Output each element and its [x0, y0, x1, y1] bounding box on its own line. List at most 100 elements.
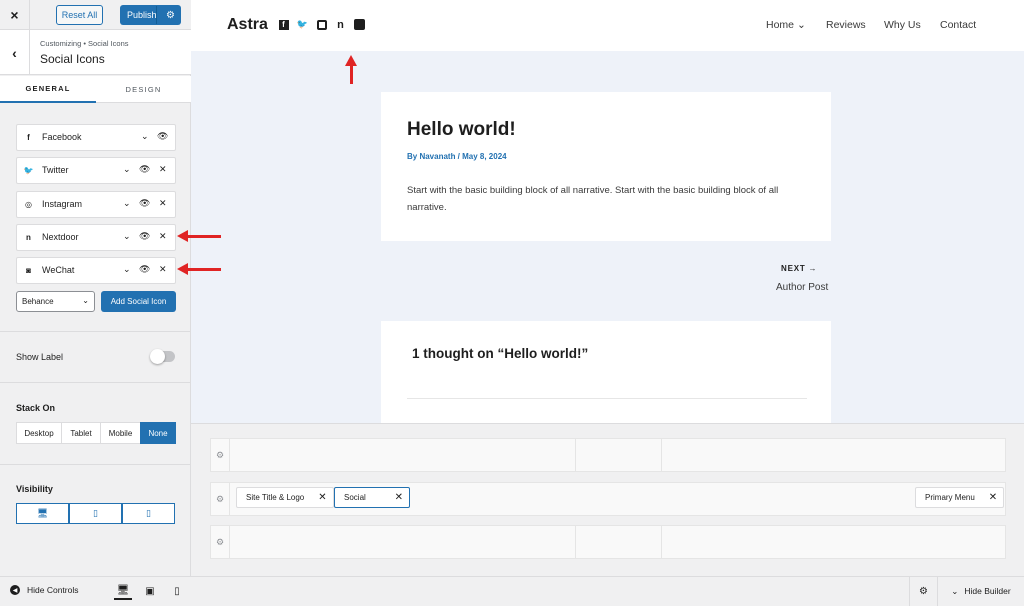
desktop-icon: 🖥: [36, 508, 49, 518]
chevron-down-icon: ⌄: [951, 585, 959, 596]
chevron-down-icon[interactable]: ⌄: [123, 231, 131, 242]
arrow-shaft: [188, 267, 221, 271]
nav-home[interactable]: Home ⌄: [766, 19, 806, 31]
close-icon[interactable]: ✕: [159, 164, 167, 175]
stack-desktop-button[interactable]: Desktop: [16, 422, 62, 444]
eye-icon[interactable]: 👁: [139, 198, 150, 209]
instagram-icon[interactable]: [316, 19, 327, 30]
eye-icon[interactable]: 👁: [157, 131, 168, 142]
close-icon[interactable]: ×: [0, 0, 30, 30]
desktop-preview-icon[interactable]: 🖥: [114, 582, 132, 600]
builder-row-below[interactable]: ⚙: [210, 525, 1006, 559]
add-social-icon-button[interactable]: Add Social Icon: [101, 291, 176, 312]
nav-reviews[interactable]: Reviews: [826, 19, 866, 31]
chevron-down-icon: ⌄: [796, 19, 806, 31]
mobile-icon: ▯: [146, 508, 151, 518]
social-item-facebook[interactable]: f Facebook ⌄ 👁: [16, 124, 176, 151]
mobile-preview-icon[interactable]: ▯: [168, 582, 186, 600]
nav-why-us[interactable]: Why Us: [884, 19, 921, 31]
chevron-down-icon[interactable]: ⌄: [141, 131, 149, 142]
tab-design[interactable]: DESIGN: [96, 76, 191, 103]
arrow-shaft: [188, 234, 221, 238]
close-icon[interactable]: ✕: [989, 492, 997, 503]
close-icon[interactable]: ✕: [159, 231, 167, 242]
chevron-down-icon[interactable]: ⌄: [123, 264, 131, 275]
reset-all-button[interactable]: Reset All: [56, 5, 103, 25]
visibility-mobile-toggle[interactable]: ▯: [122, 503, 175, 524]
builder-footer: [191, 576, 1024, 606]
hide-controls-button[interactable]: ◀ Hide Controls: [10, 585, 79, 595]
show-label-toggle[interactable]: [150, 349, 175, 364]
chip-label: Primary Menu: [925, 493, 975, 502]
next-post-link[interactable]: Author Post: [776, 282, 828, 293]
select-value: Behance: [22, 297, 54, 306]
social-item-label: WeChat: [42, 265, 75, 275]
tab-general[interactable]: GENERAL: [0, 76, 96, 103]
chip-site-title-logo[interactable]: Site Title & Logo ✕: [236, 487, 334, 508]
annotation-arrow-wechat: [177, 263, 221, 275]
gear-icon[interactable]: ⚙: [909, 576, 937, 606]
nextdoor-icon[interactable]: n: [335, 19, 346, 31]
column-divider: [575, 526, 576, 558]
social-network-select[interactable]: Behance ⌄: [16, 291, 95, 312]
close-icon[interactable]: ✕: [159, 198, 167, 209]
publish-button[interactable]: Publish ⚙: [120, 5, 181, 25]
eye-icon[interactable]: 👁: [139, 264, 150, 275]
arrowhead: [345, 55, 357, 66]
back-arrow-icon[interactable]: ‹: [0, 30, 30, 75]
tablet-preview-icon[interactable]: ▣: [141, 582, 159, 600]
facebook-icon: f: [27, 133, 30, 142]
arrow-shaft: [349, 66, 353, 84]
section-title: Social Icons: [40, 52, 105, 66]
eye-icon[interactable]: 👁: [139, 164, 150, 175]
gear-icon[interactable]: ⚙: [211, 439, 230, 471]
post-meta[interactable]: By Navanath / May 8, 2024: [407, 152, 507, 161]
twitter-icon[interactable]: 🐦: [297, 19, 308, 30]
post-title[interactable]: Hello world!: [407, 119, 516, 141]
nav-contact[interactable]: Contact: [940, 19, 976, 31]
facebook-icon[interactable]: f: [278, 19, 289, 30]
social-item-instagram[interactable]: ◎ Instagram ⌄ 👁 ✕: [16, 191, 176, 218]
instagram-icon: ◎: [25, 200, 32, 209]
arrowhead: [177, 230, 188, 242]
social-item-twitter[interactable]: 🐦 Twitter ⌄ 👁 ✕: [16, 157, 176, 184]
visibility-desktop-toggle[interactable]: 🖥: [16, 503, 69, 524]
divider: [0, 464, 191, 465]
gear-icon[interactable]: ⚙: [211, 526, 230, 558]
annotation-arrow-up: [345, 55, 357, 84]
social-item-label: Nextdoor: [42, 232, 79, 242]
post-card: [381, 92, 831, 241]
stack-tablet-button[interactable]: Tablet: [61, 422, 101, 444]
chevron-down-icon[interactable]: ⌄: [123, 164, 131, 175]
wechat-icon: ◙: [26, 266, 31, 275]
chevron-down-icon[interactable]: ⌄: [123, 198, 131, 209]
stack-mobile-button[interactable]: Mobile: [100, 422, 141, 444]
wechat-icon[interactable]: [354, 19, 365, 30]
comments-card: [381, 321, 831, 423]
chip-label: Site Title & Logo: [246, 493, 305, 502]
hide-builder-button[interactable]: ⌄ Hide Builder: [937, 576, 1024, 606]
column-divider: [661, 439, 662, 471]
nav-home-label: Home: [766, 19, 795, 31]
chip-primary-menu[interactable]: Primary Menu ✕: [915, 487, 1005, 508]
divider: [0, 331, 191, 332]
chevron-down-icon: ⌄: [82, 296, 89, 305]
chip-social[interactable]: Social ✕: [334, 487, 410, 508]
builder-row-above[interactable]: ⚙: [210, 438, 1006, 472]
close-icon[interactable]: ✕: [395, 492, 403, 503]
chip-label: Social: [344, 493, 366, 502]
gear-icon[interactable]: ⚙: [166, 10, 175, 21]
annotation-arrow-nextdoor: [177, 230, 221, 242]
next-post-label[interactable]: NEXT →: [781, 264, 817, 273]
social-item-wechat[interactable]: ◙ WeChat ⌄ 👁 ✕: [16, 257, 176, 284]
social-item-nextdoor[interactable]: n Nextdoor ⌄ 👁 ✕: [16, 224, 176, 251]
site-logo[interactable]: Astra: [227, 16, 268, 34]
close-icon[interactable]: ✕: [318, 492, 326, 503]
visibility-tablet-toggle[interactable]: ▯: [69, 503, 122, 524]
close-icon[interactable]: ✕: [159, 264, 167, 275]
eye-icon[interactable]: 👁: [139, 231, 150, 242]
stack-none-button[interactable]: None: [140, 422, 176, 444]
hide-builder-label: Hide Builder: [964, 586, 1011, 596]
visibility-label: Visibility: [16, 484, 53, 494]
gear-icon[interactable]: ⚙: [211, 483, 230, 515]
